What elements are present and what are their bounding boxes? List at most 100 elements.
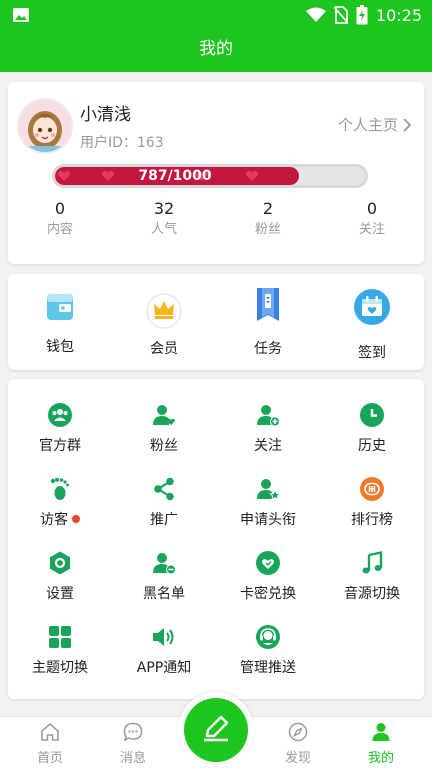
- username: 小清浅: [80, 105, 131, 125]
- quick-action-label: 任务: [254, 341, 282, 357]
- menu-item-label-row: 访客: [8, 509, 112, 529]
- profile-card: 小清浅 用户ID：163 个人主页 787/1000 0 内容 32 人气 2 …: [8, 82, 424, 264]
- menu-item-audio-source[interactable]: 音源切换: [320, 527, 424, 602]
- menu-item-label: 黑名单: [143, 586, 185, 602]
- homepage-link-label: 个人主页: [337, 116, 398, 134]
- tab-label: 发现: [284, 751, 311, 766]
- stat-popularity[interactable]: 32 人气: [112, 198, 216, 240]
- status-bar: 10:25: [0, 0, 432, 30]
- stat-value: 0: [54, 199, 66, 218]
- menu-item-label: 推广: [150, 512, 178, 528]
- compass-icon: [288, 722, 308, 742]
- quick-action-label: 签到: [358, 345, 386, 361]
- publish-button-inner: [184, 698, 248, 762]
- group-icon: [48, 403, 72, 427]
- menu-item-label: 历史: [358, 438, 386, 454]
- settings-icon: [50, 551, 70, 575]
- user-id-value: 163: [136, 135, 164, 151]
- theme-icon: [49, 626, 71, 648]
- menu-item-blacklist[interactable]: 黑名单: [112, 527, 216, 602]
- menu-item-label: 卡密兑换: [240, 586, 296, 602]
- tab-discover[interactable]: 发现: [255, 717, 341, 768]
- crown-icon: [146, 292, 182, 329]
- menu-item-label: 设置: [46, 586, 74, 602]
- blacklist-icon: [153, 553, 176, 575]
- profile-stats: 0 内容 32 人气 2 粉丝 0 关注: [8, 198, 424, 240]
- menu-item-manage-push[interactable]: 管理推送: [216, 601, 320, 676]
- exp-progress-text: 787/1000: [138, 168, 212, 184]
- user-id: 用户ID：163: [80, 132, 164, 152]
- menu-item-settings[interactable]: 设置: [8, 527, 112, 602]
- quick-action-wallet[interactable]: 钱包: [8, 274, 112, 370]
- menu-item-official-group[interactable]: 官方群: [8, 379, 112, 454]
- menu-item-label: 音源切换: [344, 586, 400, 602]
- stat-label: 关注: [358, 222, 385, 237]
- menu-item-label: 关注: [254, 438, 282, 454]
- title-icon: [257, 479, 280, 501]
- no-sim-icon: [333, 6, 348, 24]
- quick-action-vip[interactable]: 会员: [112, 274, 216, 370]
- battery-icon: [356, 5, 368, 25]
- quick-action-task[interactable]: 任务: [216, 274, 320, 370]
- stat-content[interactable]: 0 内容: [8, 198, 112, 240]
- status-time: 10:25: [375, 5, 422, 25]
- headset-icon: [256, 625, 280, 649]
- menu-grid-card: 官方群 粉丝 关注 历史 访客 推广 申请头衔 排行榜 设置 黑名单 卡密兑换: [8, 379, 424, 699]
- menu-item-label: 访客: [40, 512, 68, 528]
- tab-label: 首页: [36, 751, 63, 766]
- chevron-right-icon: [403, 117, 412, 132]
- menu-item-fans[interactable]: 粉丝: [112, 379, 216, 454]
- quick-action-label: 钱包: [46, 339, 74, 355]
- avatar[interactable]: [17, 98, 73, 154]
- quick-actions-card: 钱包 会员 任务 签到: [8, 274, 424, 370]
- history-icon: [360, 403, 384, 427]
- publish-button[interactable]: [178, 692, 254, 768]
- fans-icon: [153, 405, 175, 425]
- quick-action-label: 会员: [150, 341, 178, 357]
- menu-item-label: 管理推送: [240, 660, 296, 676]
- homepage-link[interactable]: 个人主页: [338, 114, 412, 135]
- menu-item-label: 粉丝: [150, 438, 178, 454]
- quick-action-checkin[interactable]: 签到: [320, 274, 424, 370]
- ranking-icon: [360, 477, 384, 501]
- menu-item-app-notice[interactable]: APP通知: [112, 601, 216, 676]
- tab-messages[interactable]: 消息: [90, 717, 176, 768]
- stat-label: 粉丝: [254, 222, 281, 237]
- stat-value: 0: [366, 199, 378, 218]
- menu-item-theme[interactable]: 主题切换: [8, 601, 112, 676]
- menu-item-redeem[interactable]: 卡密兑换: [216, 527, 320, 602]
- home-icon: [41, 723, 59, 741]
- menu-item-visitors[interactable]: 访客: [8, 453, 112, 528]
- menu-item-label: 申请头衔: [240, 512, 296, 528]
- menu-item-promote[interactable]: 推广: [112, 453, 216, 528]
- tab-label: 消息: [119, 751, 146, 766]
- menu-item-follow[interactable]: 关注: [216, 379, 320, 454]
- follow-icon: [257, 405, 280, 427]
- stat-label: 人气: [150, 222, 177, 237]
- tab-mine[interactable]: 我的: [338, 717, 424, 768]
- tab-home[interactable]: 首页: [7, 717, 93, 768]
- stat-following[interactable]: 0 关注: [320, 198, 424, 240]
- edit-icon: [204, 715, 229, 742]
- wallet-icon: [47, 294, 73, 320]
- user-icon: [372, 723, 390, 741]
- menu-item-label: APP通知: [136, 660, 192, 676]
- stat-fans[interactable]: 2 粉丝: [216, 198, 320, 240]
- redeem-icon: [256, 551, 280, 575]
- message-icon: [123, 722, 143, 742]
- tab-label: 我的: [367, 751, 394, 766]
- menu-item-label: 排行榜: [351, 512, 393, 528]
- share-icon: [154, 477, 174, 501]
- menu-item-ranking[interactable]: 排行榜: [320, 453, 424, 528]
- menu-item-history[interactable]: 历史: [320, 379, 424, 454]
- music-icon: [362, 551, 383, 574]
- exp-progress-bar: 787/1000: [52, 164, 368, 188]
- calendar-icon: [354, 289, 390, 325]
- wifi-icon: [305, 7, 326, 22]
- footprint-icon: [50, 477, 69, 500]
- user-id-label: 用户ID：: [80, 135, 137, 151]
- menu-item-apply-title[interactable]: 申请头衔: [216, 453, 320, 528]
- stat-value: 2: [262, 199, 274, 218]
- gallery-icon: [13, 8, 29, 22]
- stat-value: 32: [153, 199, 175, 218]
